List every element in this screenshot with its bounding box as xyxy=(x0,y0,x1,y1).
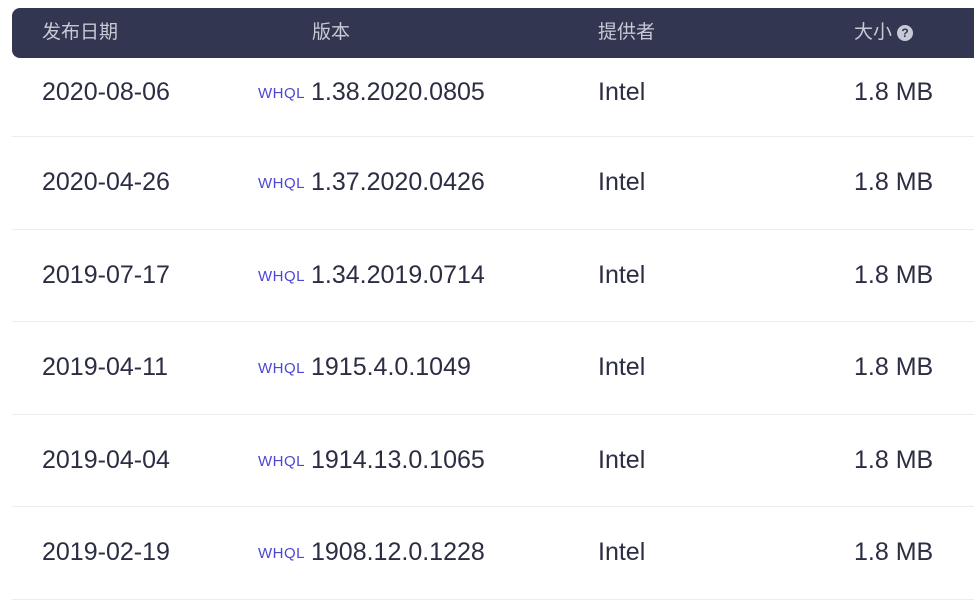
row-provider: Intel xyxy=(598,78,646,106)
question-circle-icon[interactable]: ? xyxy=(897,25,914,41)
row-provider: Intel xyxy=(598,168,646,196)
row-date: 2020-08-06 xyxy=(42,78,170,106)
whql-badge: WHQL xyxy=(258,452,305,470)
row-version: WHQL 1914.13.0.1065 xyxy=(258,445,485,474)
whql-badge: WHQL xyxy=(258,175,305,192)
row-version: WHQL 1.38.2020.0805 xyxy=(258,80,485,105)
header-provider[interactable]: 提供者 xyxy=(598,8,655,58)
row-date: 2019-02-19 xyxy=(42,538,170,566)
header-size-label: 大小 xyxy=(854,22,893,43)
table-row[interactable]: 2019-02-19 WHQL 1908.12.0.1228 Intel 1.8 … xyxy=(12,507,974,600)
row-size: 1.8 MB xyxy=(854,445,934,474)
table-header: 发布日期 版本 提供者 大小? xyxy=(12,8,974,58)
row-version-number: 1.34.2019.0714 xyxy=(311,260,485,289)
whql-badge: WHQL xyxy=(258,545,305,562)
table-row[interactable]: 2020-04-26 WHQL 1.37.2020.0426 Intel 1.8 … xyxy=(12,137,974,230)
whql-badge: WHQL xyxy=(258,267,305,285)
row-date: 2019-07-17 xyxy=(42,260,170,289)
row-version-number: 1.38.2020.0805 xyxy=(311,78,485,106)
header-size[interactable]: 大小? xyxy=(854,8,914,58)
row-size: 1.8 MB xyxy=(854,353,934,381)
table-row[interactable]: 2019-07-17 WHQL 1.34.2019.0714 Intel 1.8 … xyxy=(12,230,974,322)
row-version: WHQL 1915.4.0.1049 xyxy=(258,355,471,380)
row-size: 1.8 MB xyxy=(854,168,934,196)
row-version: WHQL 1.37.2020.0426 xyxy=(258,170,485,195)
row-size: 1.8 MB xyxy=(854,538,934,566)
row-version-number: 1914.13.0.1065 xyxy=(311,445,485,474)
table-row[interactable]: 2020-08-06 WHQL 1.38.2020.0805 Intel 1.8 … xyxy=(12,58,974,137)
row-provider: Intel xyxy=(598,445,646,474)
row-size: 1.8 MB xyxy=(854,78,934,106)
row-date: 2019-04-11 xyxy=(42,353,169,381)
driver-versions-table: 发布日期 版本 提供者 大小? 2020-08-06 WHQL 1.38.2020… xyxy=(12,8,974,600)
whql-badge: WHQL xyxy=(258,360,305,377)
row-date: 2019-04-04 xyxy=(42,445,170,474)
header-date[interactable]: 发布日期 xyxy=(42,8,118,58)
row-date: 2020-04-26 xyxy=(42,168,170,196)
row-provider: Intel xyxy=(598,538,646,566)
row-provider: Intel xyxy=(598,353,646,381)
row-size: 1.8 MB xyxy=(854,260,934,289)
row-version: WHQL 1908.12.0.1228 xyxy=(258,540,485,565)
row-version-number: 1915.4.0.1049 xyxy=(311,353,471,381)
table-row[interactable]: 2019-04-11 WHQL 1915.4.0.1049 Intel 1.8 M… xyxy=(12,322,974,415)
whql-badge: WHQL xyxy=(258,85,305,102)
header-version[interactable]: 版本 xyxy=(312,8,350,58)
row-version-number: 1908.12.0.1228 xyxy=(311,538,485,566)
row-provider: Intel xyxy=(598,260,646,289)
table-row[interactable]: 2019-04-04 WHQL 1914.13.0.1065 Intel 1.8 … xyxy=(12,415,974,507)
row-version: WHQL 1.34.2019.0714 xyxy=(258,260,485,289)
row-version-number: 1.37.2020.0426 xyxy=(311,168,485,196)
